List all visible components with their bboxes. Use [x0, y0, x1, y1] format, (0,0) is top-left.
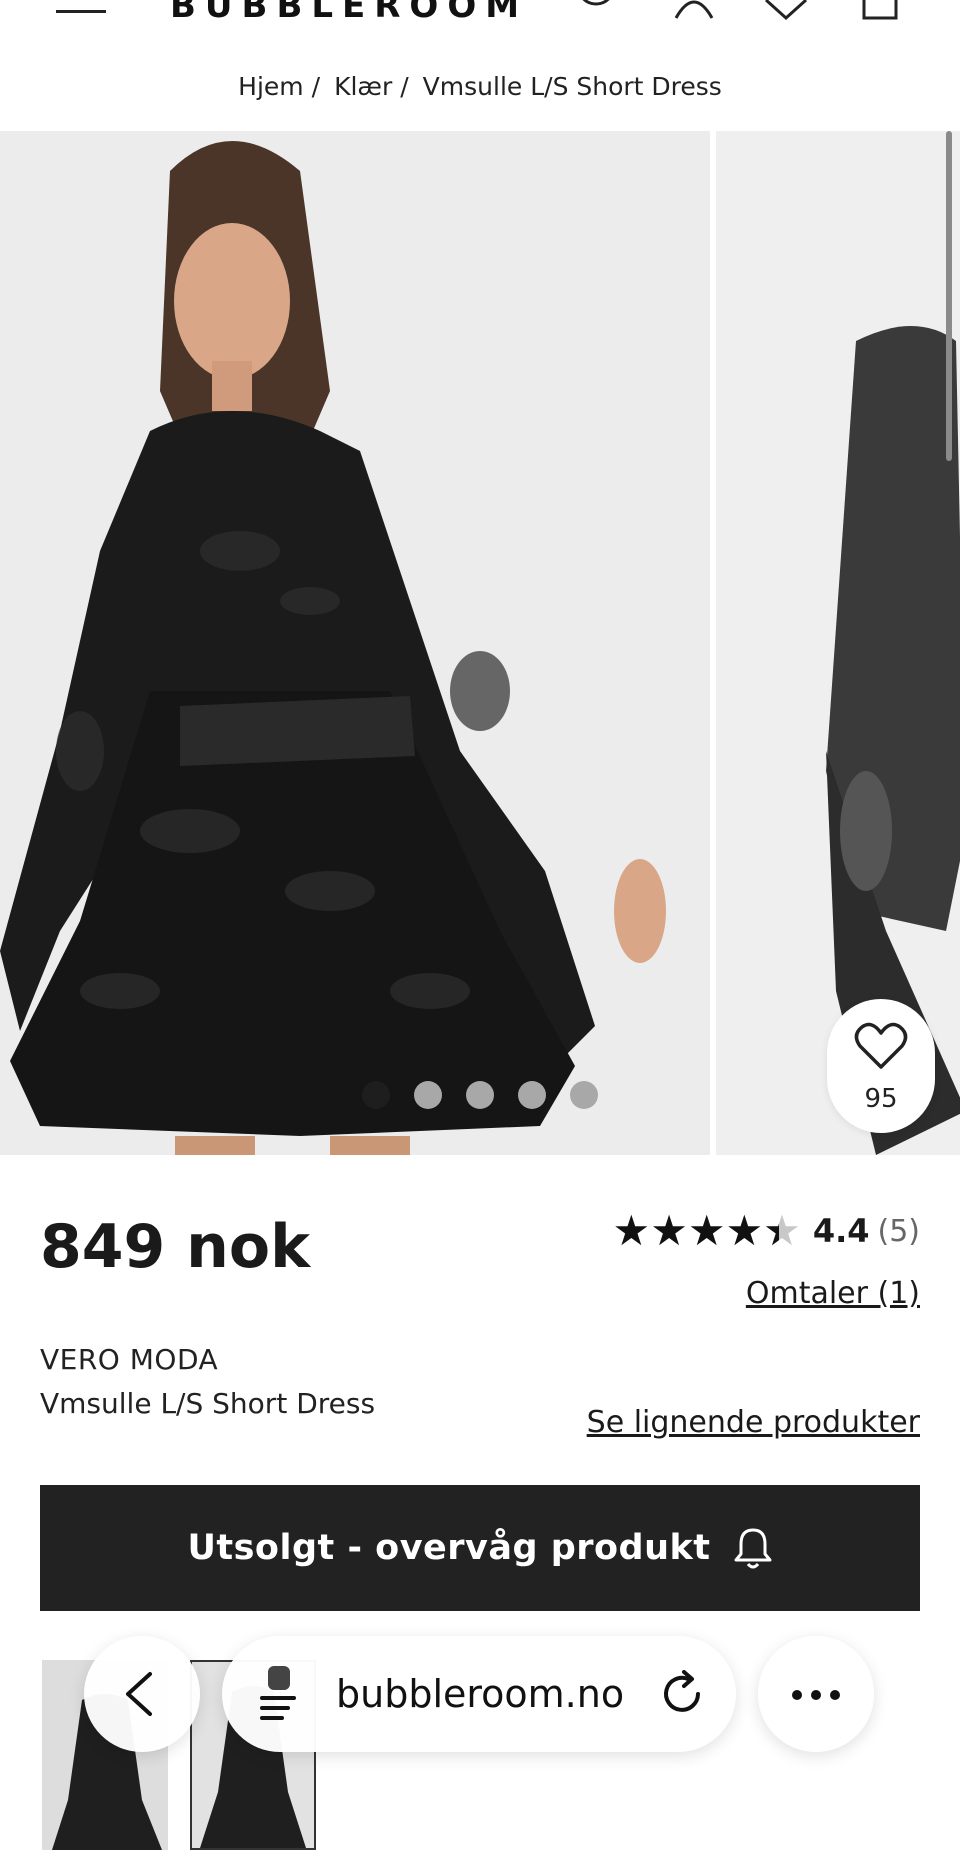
product-brand[interactable]: VERO MODA — [40, 1343, 218, 1376]
star-rating-icon: ★★★★★★ — [612, 1206, 801, 1255]
rating-value: 4.4 — [812, 1212, 870, 1250]
rating-count: (5) — [877, 1213, 921, 1249]
heart-icon — [854, 1022, 908, 1069]
breadcrumb-home[interactable]: Hjem — [238, 72, 303, 101]
product-price: 849 nok — [40, 1212, 310, 1282]
browser-url[interactable]: bubbleroom.no — [336, 1672, 624, 1716]
site-header: BUBBLEROOM Hjem / Klær / Vmsulle L/S Short D… — [0, 0, 960, 130]
reviews-link[interactable]: Omtaler (1) — [746, 1276, 920, 1311]
breadcrumb-category[interactable]: Klær — [334, 72, 392, 101]
browser-more-button[interactable] — [758, 1636, 874, 1752]
site-logo[interactable]: BUBBLEROOM — [170, 0, 528, 26]
breadcrumb-separator: / — [311, 72, 321, 101]
product-photo-next[interactable] — [716, 131, 960, 1155]
gallery-dot[interactable] — [518, 1081, 546, 1109]
menu-icon[interactable] — [56, 10, 106, 18]
notify-stock-button[interactable]: Utsolgt - overvåg produkt — [40, 1485, 920, 1611]
product-name: Vmsulle L/S Short Dress — [40, 1387, 376, 1420]
dress-model-illustration — [716, 131, 960, 1155]
bell-icon — [734, 1528, 772, 1569]
page-scrollbar[interactable] — [946, 131, 952, 461]
breadcrumb-separator: / — [400, 72, 409, 101]
account-icon[interactable] — [670, 0, 718, 22]
cart-icon[interactable] — [856, 0, 904, 22]
gallery-dot[interactable] — [570, 1081, 598, 1109]
favorites-count: 95 — [864, 1084, 898, 1114]
product-rating[interactable]: ★★★★★★ 4.4 (5) — [613, 1210, 920, 1252]
back-icon — [126, 1672, 152, 1716]
gallery-pagination — [362, 1081, 598, 1109]
dress-model-illustration — [0, 131, 710, 1155]
site-settings-icon[interactable] — [258, 1666, 302, 1722]
favorite-button[interactable]: 95 — [827, 999, 935, 1133]
product-photo-main[interactable] — [0, 131, 710, 1155]
gallery-dot-active[interactable] — [362, 1081, 390, 1109]
product-gallery[interactable]: 95 — [0, 131, 960, 1155]
reload-icon[interactable] — [660, 1670, 706, 1718]
breadcrumb-current: Vmsulle L/S Short Dress — [422, 72, 722, 101]
breadcrumb: Hjem / Klær / Vmsulle L/S Short Dress — [0, 72, 960, 101]
notify-stock-label: Utsolgt - overvåg produkt — [187, 1528, 711, 1568]
browser-back-button[interactable] — [84, 1636, 200, 1752]
gallery-dot[interactable] — [466, 1081, 494, 1109]
gallery-dot[interactable] — [414, 1081, 442, 1109]
wishlist-icon[interactable] — [762, 0, 810, 22]
browser-address-bar[interactable]: bubbleroom.no — [222, 1636, 736, 1752]
search-icon[interactable] — [574, 0, 622, 22]
similar-products-link[interactable]: Se lignende produkter — [587, 1405, 920, 1440]
